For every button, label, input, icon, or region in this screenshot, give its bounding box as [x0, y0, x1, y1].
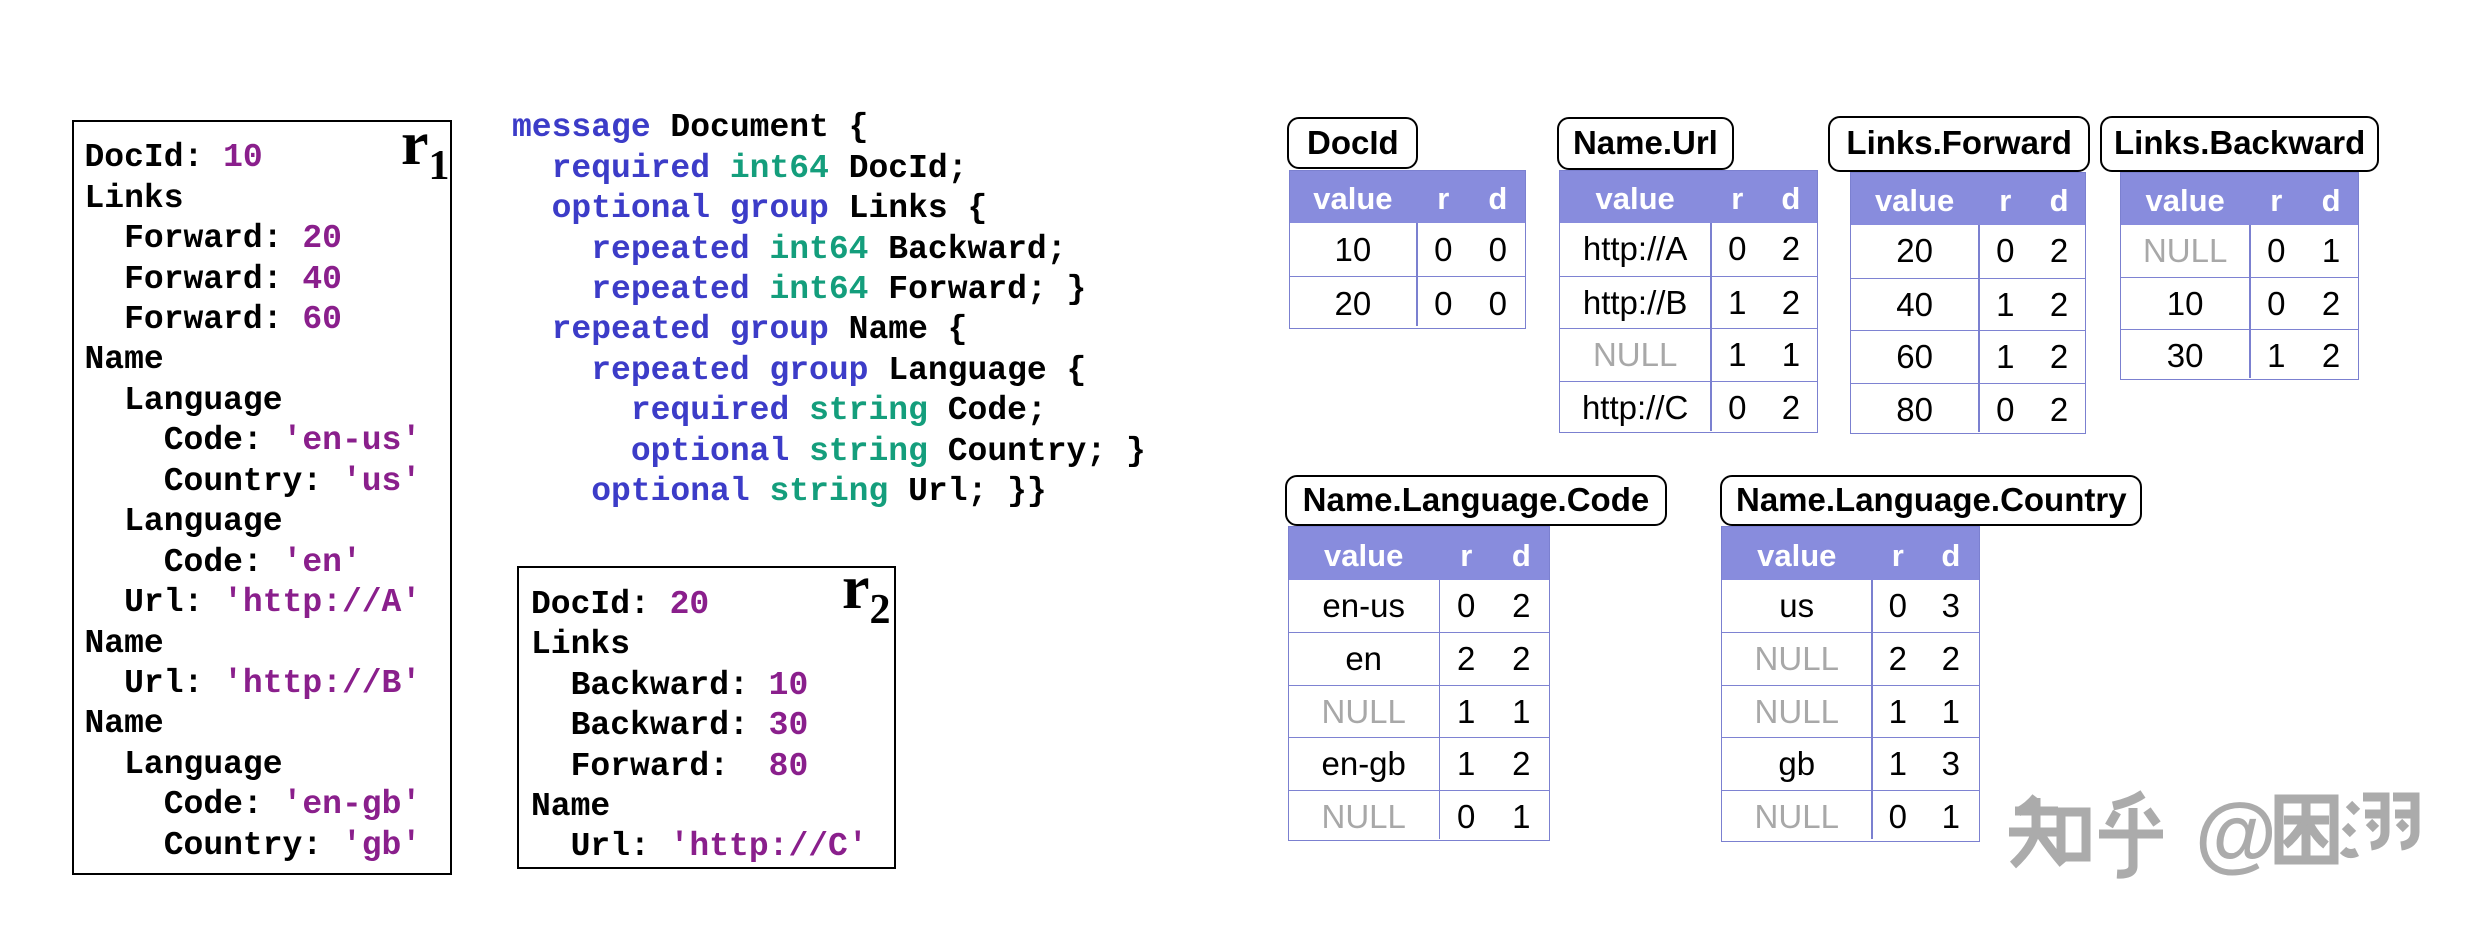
- svg-text:@: @: [2195, 786, 2277, 880]
